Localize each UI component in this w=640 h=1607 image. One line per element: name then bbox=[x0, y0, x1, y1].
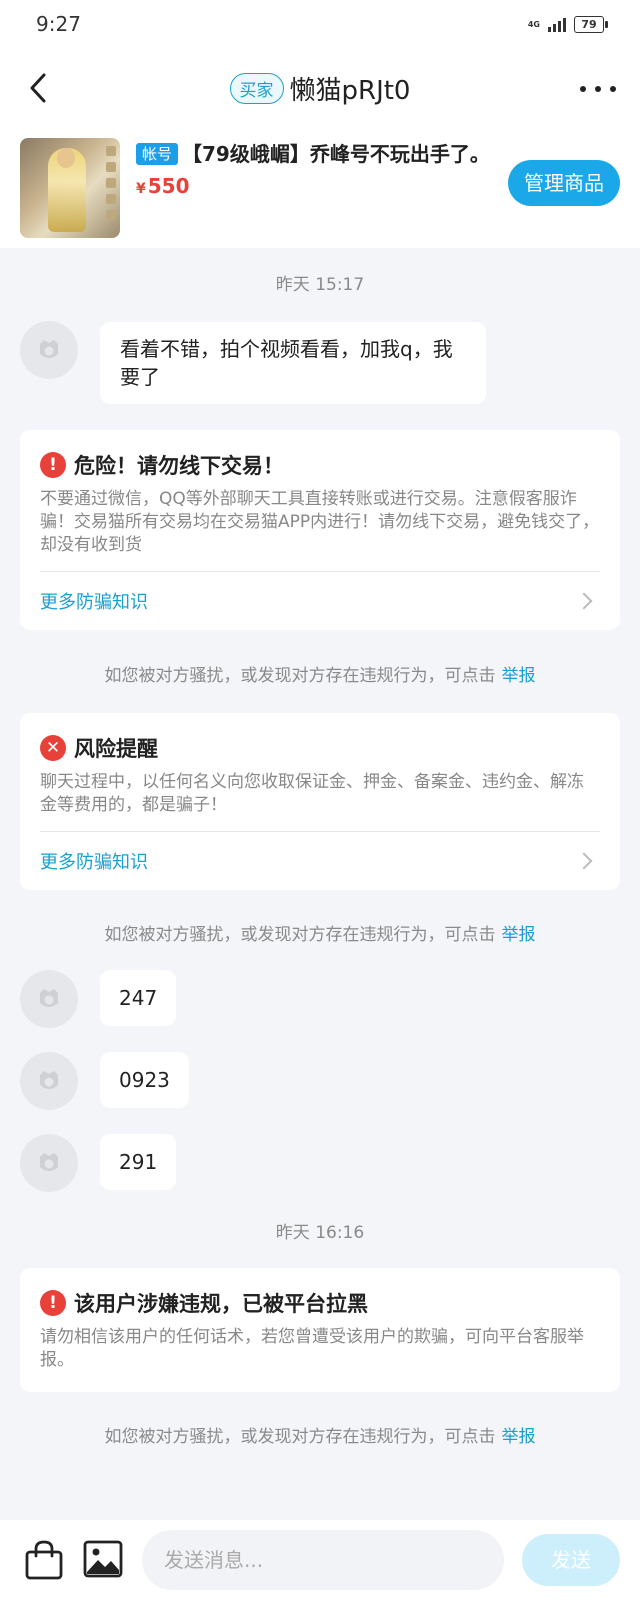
message-bubble[interactable]: 291 bbox=[100, 1134, 177, 1190]
signal-icon bbox=[548, 17, 566, 32]
message-bubble[interactable]: 0923 bbox=[100, 1052, 189, 1108]
report-text: 如您被对方骚扰，或发现对方存在违规行为，可点击 bbox=[104, 666, 496, 686]
battery-icon: 79 bbox=[574, 16, 608, 33]
avatar[interactable] bbox=[20, 970, 78, 1028]
shopping-bag-icon bbox=[25, 1540, 63, 1580]
report-text: 如您被对方骚扰，或发现对方存在违规行为，可点击 bbox=[104, 925, 496, 945]
alert-title: 危险！请勿线下交易！ bbox=[74, 454, 284, 478]
danger-alert-card: ! 危险！请勿线下交易！ 不要通过微信，QQ等外部聊天工具直接转账或进行交易。注… bbox=[20, 430, 620, 630]
time-separator: 昨天 15:17 bbox=[275, 275, 365, 295]
price-value: 550 bbox=[147, 174, 190, 198]
report-link[interactable]: 举报 bbox=[502, 925, 536, 945]
nav-bar: 买家 懒猫pRJt0 bbox=[0, 52, 640, 132]
default-avatar-icon bbox=[40, 1071, 58, 1089]
report-line: 如您被对方骚扰，或发现对方存在违规行为，可点击 举报 bbox=[0, 920, 640, 945]
role-badge: 买家 bbox=[229, 73, 284, 104]
chevron-right-icon bbox=[575, 852, 593, 870]
product-price: ¥550 bbox=[136, 174, 492, 198]
chat-title: 懒猫pRJt0 bbox=[289, 76, 411, 106]
more-button[interactable] bbox=[580, 82, 616, 96]
report-link[interactable]: 举报 bbox=[502, 1427, 536, 1447]
product-thumbnail[interactable] bbox=[20, 138, 120, 238]
network-type: 4G bbox=[527, 19, 540, 29]
anti-fraud-link-label: 更多防骗知识 bbox=[40, 852, 148, 873]
product-tag: 帐号 bbox=[136, 143, 179, 165]
risk-alert-card: ✕ 风险提醒 聊天过程中，以任何名义向您收取保证金、押金、备案金、违约金、解冻金… bbox=[20, 713, 620, 890]
anti-fraud-link-label: 更多防骗知识 bbox=[40, 592, 148, 613]
shopping-bag-button[interactable] bbox=[22, 1538, 66, 1582]
exclamation-icon: ! bbox=[40, 452, 66, 478]
more-icon-dot bbox=[610, 86, 616, 92]
thumbnail-side-icons bbox=[106, 146, 116, 230]
composer-bar: 发送 bbox=[0, 1520, 640, 1607]
status-icons: 4G 79 bbox=[527, 16, 608, 33]
alert-header: ! 该用户涉嫌违规，已被平台拉黑 bbox=[40, 1288, 600, 1318]
image-icon bbox=[83, 1540, 123, 1578]
alert-body: 请勿相信该用户的任何话术，若您曾遭受该用户的欺骗，可向平台客服举报。 bbox=[40, 1327, 584, 1370]
more-icon-dot bbox=[595, 86, 601, 92]
default-avatar-icon bbox=[40, 340, 58, 358]
price-currency: ¥ bbox=[136, 181, 146, 197]
product-card[interactable]: 帐号 【79级峨嵋】乔峰号不玩出手了。 ¥550 管理商品 bbox=[0, 132, 640, 248]
report-link[interactable]: 举报 bbox=[502, 666, 536, 686]
avatar[interactable] bbox=[20, 1134, 78, 1192]
message-bubble[interactable]: 看着不错，拍个视频看看，加我q，我要了 bbox=[100, 322, 486, 404]
report-text: 如您被对方骚扰，或发现对方存在违规行为，可点击 bbox=[104, 1427, 496, 1447]
product-info: 帐号 【79级峨嵋】乔峰号不玩出手了。 ¥550 bbox=[136, 140, 492, 198]
default-avatar-icon bbox=[40, 1153, 58, 1171]
time-separator: 昨天 16:16 bbox=[275, 1223, 365, 1243]
chevron-right-icon bbox=[575, 592, 593, 610]
alert-body: 聊天过程中，以任何名义向您收取保证金、押金、备案金、违约金、解冻金等费用的，都是… bbox=[40, 772, 584, 815]
anti-fraud-link[interactable]: 更多防骗知识 bbox=[40, 832, 600, 890]
message-bubble[interactable]: 247 bbox=[100, 970, 177, 1026]
alert-header: ✕ 风险提醒 bbox=[40, 733, 600, 763]
manage-product-button[interactable]: 管理商品 bbox=[508, 160, 620, 206]
report-line: 如您被对方骚扰，或发现对方存在违规行为，可点击 举报 bbox=[0, 1422, 640, 1447]
alert-header: ! 危险！请勿线下交易！ bbox=[40, 450, 600, 480]
message-input[interactable] bbox=[142, 1530, 504, 1590]
product-title-text: 【79级峨嵋】乔峰号不玩出手了。 bbox=[182, 142, 490, 166]
alert-title: 该用户涉嫌违规，已被平台拉黑 bbox=[74, 1292, 368, 1316]
anti-fraud-link[interactable]: 更多防骗知识 bbox=[40, 572, 600, 630]
default-avatar-icon bbox=[40, 989, 58, 1007]
status-time: 9:27 bbox=[36, 12, 81, 36]
avatar[interactable] bbox=[20, 1052, 78, 1110]
nav-title-group: 买家 懒猫pRJt0 bbox=[0, 70, 640, 107]
alert-title: 风险提醒 bbox=[74, 737, 158, 761]
close-circle-icon: ✕ bbox=[40, 735, 66, 761]
avatar[interactable] bbox=[20, 321, 78, 379]
alert-body: 不要通过微信，QQ等外部聊天工具直接转账或进行交易。注意假客服诈骗！交易猫所有交… bbox=[40, 489, 600, 555]
exclamation-icon: ! bbox=[40, 1290, 66, 1316]
character-head bbox=[57, 148, 75, 168]
blocked-alert-card: ! 该用户涉嫌违规，已被平台拉黑 请勿相信该用户的任何话术，若您曾遭受该用户的欺… bbox=[20, 1268, 620, 1392]
status-bar: 9:27 4G 79 bbox=[0, 0, 640, 52]
product-title: 帐号 【79级峨嵋】乔峰号不玩出手了。 bbox=[136, 140, 492, 168]
send-button[interactable]: 发送 bbox=[522, 1534, 620, 1586]
image-button[interactable] bbox=[82, 1538, 124, 1580]
report-line: 如您被对方骚扰，或发现对方存在违规行为，可点击 举报 bbox=[0, 661, 640, 686]
more-icon-dot bbox=[580, 86, 586, 92]
